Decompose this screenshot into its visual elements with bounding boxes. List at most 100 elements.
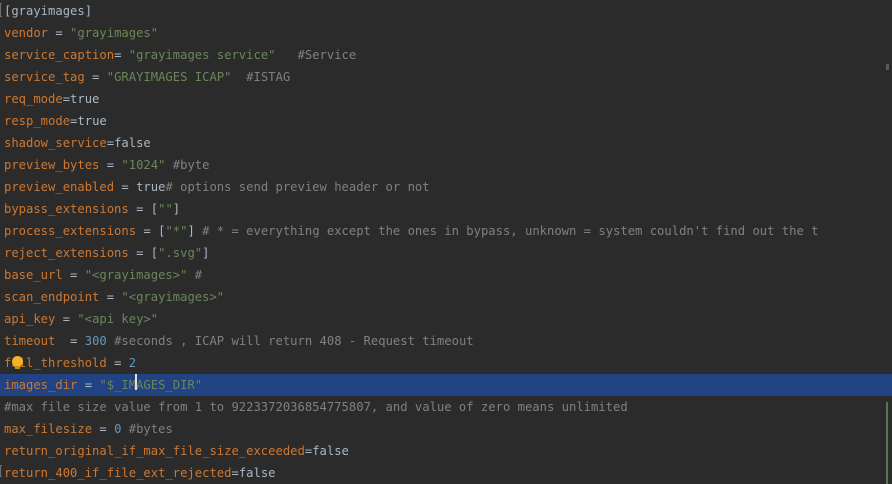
token-key: vendor (4, 26, 49, 40)
code-editor[interactable]: [grayimages] vendor = "grayimages" service… (0, 0, 892, 484)
token-key: resp_mode (4, 114, 71, 128)
token-plain: [ (150, 246, 159, 260)
token-op: = (77, 378, 100, 392)
code-line[interactable]: return_original_if_max_file_size_exceede… (0, 440, 892, 462)
code-line[interactable]: max_filesize = 0 #bytes (0, 418, 892, 440)
token-op: = (62, 268, 85, 282)
token-op: = (84, 70, 107, 84)
token-bool: false (114, 136, 151, 150)
code-line[interactable]: shadow_service=false (0, 132, 892, 154)
code-line[interactable]: service_caption= "grayimages service" #S… (0, 44, 892, 66)
token-num: 2 (128, 356, 137, 370)
code-line[interactable]: preview_enabled = true# options send pre… (0, 176, 892, 198)
token-op: = (136, 224, 159, 238)
fold-bracket-icon[interactable] (0, 3, 2, 17)
code-line[interactable]: scan_endpoint = "<grayimages>" (0, 286, 892, 308)
token-op: = (128, 246, 151, 260)
code-line[interactable]: reject_extensions = [".svg"] (0, 242, 892, 264)
token-num: 300 (84, 334, 107, 348)
token-key: max_filesize (4, 422, 93, 436)
token-op: = (99, 290, 122, 304)
token-str: "<api key>" (77, 312, 159, 326)
token-comment: #Service (275, 48, 357, 62)
token-comment: # * = everything except the ones in bypa… (194, 224, 819, 238)
code-line[interactable]: resp_mode=true (0, 110, 892, 132)
token-op: = (99, 158, 122, 172)
token-op: = (128, 202, 151, 216)
token-comment: #seconds , ICAP will return 408 - Reques… (106, 334, 474, 348)
code-line[interactable]: service_tag = "GRAYIMAGES ICAP" #ISTAG (0, 66, 892, 88)
token-key: return_original_if_max_file_size_exceede… (4, 444, 305, 458)
token-key: images_dir (4, 378, 78, 392)
code-line[interactable]: fail_threshold = 2 (0, 352, 892, 374)
token-bool: true (70, 92, 100, 106)
token-key: base_url (4, 268, 63, 282)
code-line-selected[interactable]: images_dir = "$_IMAGES_DIR" (0, 374, 892, 396)
token-bool: true (77, 114, 107, 128)
token-bool: false (238, 466, 276, 480)
token-key: scan_endpoint (4, 290, 100, 304)
code-line[interactable]: bypass_extensions = [""] (0, 198, 892, 220)
token-plain: ] (172, 202, 181, 216)
token-key: shadow_service (4, 136, 107, 150)
token-key: process_extensions (4, 224, 137, 238)
token-key: service_tag (4, 70, 85, 84)
code-line[interactable]: vendor = "grayimages" (0, 22, 892, 44)
token-str: "1024" (121, 158, 166, 172)
token-key: preview_bytes (4, 158, 100, 172)
vcs-change-marker[interactable] (886, 402, 888, 484)
token-str: "grayimages service" (128, 48, 276, 62)
token-str: "<grayimages>" (121, 290, 225, 304)
scrollbar-mark[interactable] (886, 64, 889, 70)
token-key: bypass_extensions (4, 202, 129, 216)
token-str: "<grayimages>" (84, 268, 188, 282)
token-comment: # (187, 268, 203, 282)
token-op: = (62, 92, 71, 106)
token-op: = (114, 180, 137, 194)
token-op: = (55, 312, 78, 326)
token-bool: false (312, 444, 349, 458)
token-comment: #ISTAG (231, 70, 291, 84)
token-str: ".svg" (158, 246, 203, 260)
token-section: [grayimages] (4, 4, 93, 18)
token-op: = (55, 334, 85, 348)
token-comment: #byte (165, 158, 210, 172)
code-line[interactable]: process_extensions = ["*"] # * = everyth… (0, 220, 892, 242)
token-comment: # options send preview header or not (165, 180, 430, 194)
token-comment: #bytes (121, 422, 173, 436)
token-key: reject_extensions (4, 246, 129, 260)
token-bool: true (136, 180, 166, 194)
token-plain: [ (150, 202, 159, 216)
code-line[interactable]: timeout = 300 #seconds , ICAP will retur… (0, 330, 892, 352)
token-key: req_mode (4, 92, 63, 106)
text-caret (135, 374, 137, 390)
token-op: = (114, 48, 129, 62)
token-str: "$_IMAGES_DIR" (99, 378, 203, 392)
fold-bracket-icon[interactable] (0, 465, 2, 477)
code-line[interactable]: return_400_if_file_ext_rejected=false (0, 462, 892, 484)
token-key: timeout (4, 334, 56, 348)
token-plain: ] (187, 224, 195, 238)
token-key: return_400_if_file_ext_rejected (4, 466, 232, 480)
code-line[interactable]: #max file size value from 1 to 922337203… (0, 396, 892, 418)
token-op: = (92, 422, 115, 436)
token-key: api_key (4, 312, 56, 326)
token-key: preview_enabled (4, 180, 115, 194)
code-line[interactable]: base_url = "<grayimages>" # (0, 264, 892, 286)
token-op: = (106, 356, 129, 370)
code-line[interactable]: req_mode=true (0, 88, 892, 110)
token-str: "" (158, 202, 173, 216)
token-op: = (231, 466, 239, 480)
token-str: "GRAYIMAGES ICAP" (106, 70, 232, 84)
code-line[interactable]: api_key = "<api key>" (0, 308, 892, 330)
token-str: "*" (165, 224, 188, 238)
lightbulb-icon[interactable] (12, 356, 23, 369)
code-line[interactable]: [grayimages] (0, 0, 892, 22)
token-op: = (106, 136, 115, 150)
token-comment: #max file size value from 1 to 922337203… (4, 400, 628, 414)
token-plain: ] (202, 246, 210, 260)
token-str: "grayimages" (70, 26, 159, 40)
token-op: = (48, 26, 71, 40)
code-line[interactable]: preview_bytes = "1024" #byte (0, 154, 892, 176)
token-key: service_caption (4, 48, 115, 62)
